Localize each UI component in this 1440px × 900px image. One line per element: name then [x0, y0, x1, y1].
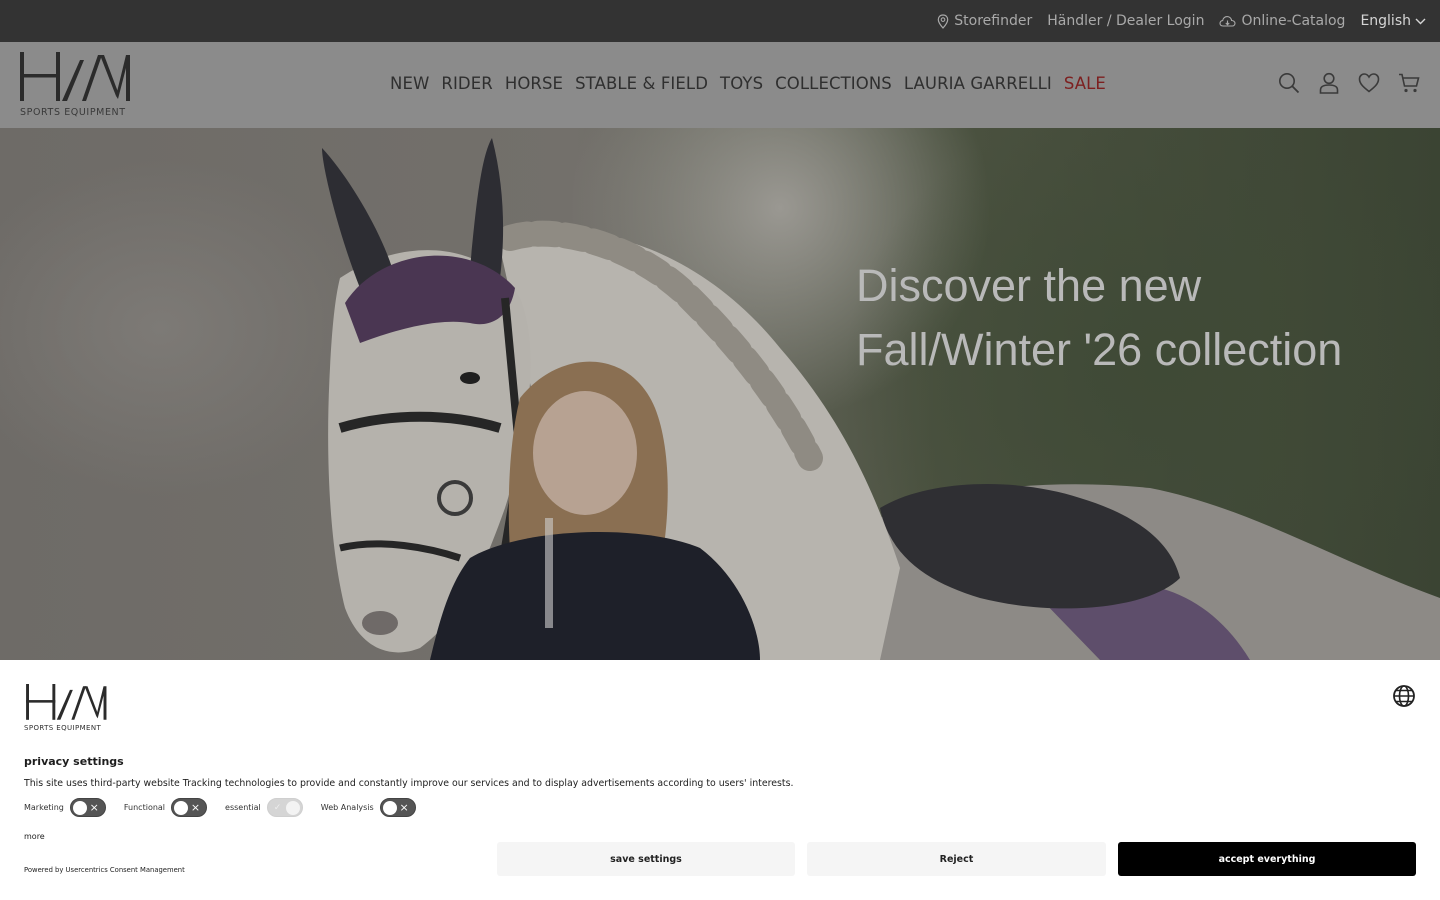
functional-switch[interactable]: ×	[171, 798, 208, 817]
consent-logo-tagline: SPORTS EQUIPMENT	[24, 724, 102, 732]
x-icon: ×	[399, 801, 409, 814]
nav-item-new[interactable]: NEW	[390, 74, 429, 93]
header-icons	[1278, 72, 1420, 94]
save-settings-button[interactable]: save settings	[497, 842, 795, 876]
reject-button[interactable]: Reject	[807, 842, 1106, 876]
hero-headline-line2: Fall/Winter '26 collection	[856, 324, 1343, 375]
site-header: SPORTS EQUIPMENT NEW RIDER HORSE STABLE …	[0, 42, 1440, 128]
chevron-down-icon	[1415, 18, 1426, 24]
consent-description: This site uses third-party website Track…	[24, 778, 794, 789]
x-icon: ×	[89, 801, 99, 814]
search-icon[interactable]	[1278, 72, 1300, 94]
nav-item-sale[interactable]: SALE	[1064, 74, 1106, 93]
consent-toggle-group: Marketing × Functional × essential ✓ Web…	[24, 798, 416, 817]
hero-headline-line1: Discover the new	[856, 260, 1202, 311]
account-icon[interactable]	[1318, 72, 1340, 94]
hero-banner[interactable]: Discover the new Fall/Winter '26 collect…	[0, 128, 1440, 660]
check-icon: ✓	[273, 803, 282, 813]
location-pin-icon	[937, 13, 949, 29]
nav-item-toys[interactable]: TOYS	[720, 74, 763, 93]
hm-logo-mark	[20, 52, 130, 101]
more-link[interactable]: more	[24, 832, 45, 841]
main-navigation: NEW RIDER HORSE STABLE & FIELD TOYS COLL…	[390, 74, 1106, 93]
cloud-download-icon	[1219, 15, 1237, 27]
language-selector[interactable]: English	[1360, 13, 1426, 29]
toggle-marketing: Marketing ×	[24, 798, 106, 817]
essential-switch: ✓	[266, 798, 303, 817]
storefinder-link[interactable]: Storefinder	[937, 13, 1032, 29]
online-catalog-link[interactable]: Online-Catalog	[1219, 13, 1345, 29]
nav-item-horse[interactable]: HORSE	[505, 74, 563, 93]
dealer-login-label: Händler / Dealer Login	[1047, 13, 1205, 29]
toggle-label: Functional	[123, 803, 166, 812]
accept-everything-button[interactable]: accept everything	[1118, 842, 1416, 876]
online-catalog-label: Online-Catalog	[1241, 13, 1346, 29]
top-utility-bar: Storefinder Händler / Dealer Login Onlin…	[0, 0, 1440, 42]
toggle-label: essential	[225, 803, 261, 812]
dealer-login-link[interactable]: Händler / Dealer Login	[1047, 13, 1204, 29]
brand-logo[interactable]: SPORTS EQUIPMENT	[20, 52, 132, 118]
language-label: English	[1360, 13, 1411, 29]
nav-item-stable-field[interactable]: STABLE & FIELD	[575, 74, 708, 93]
toggle-essential: essential ✓	[225, 798, 303, 817]
language-globe-icon[interactable]	[1392, 684, 1416, 708]
x-icon: ×	[190, 801, 201, 814]
nav-item-collections[interactable]: COLLECTIONS	[775, 74, 892, 93]
consent-title: privacy settings	[24, 755, 124, 768]
nav-item-rider[interactable]: RIDER	[441, 74, 492, 93]
toggle-label: Web Analysis	[320, 803, 374, 812]
cookie-consent-banner: SPORTS EQUIPMENT privacy settings This s…	[0, 660, 1440, 900]
hm-logo-mark	[26, 684, 107, 720]
cart-icon[interactable]	[1398, 72, 1420, 94]
storefinder-label: Storefinder	[954, 13, 1033, 29]
toggle-functional: Functional ×	[123, 798, 208, 817]
nav-item-lauria-garrelli[interactable]: LAURIA GARRELLI	[904, 74, 1052, 93]
toggle-web-analysis: Web Analysis ×	[321, 798, 416, 817]
powered-by-text[interactable]: Powered by Usercentrics Consent Manageme…	[24, 866, 185, 874]
wishlist-icon[interactable]	[1358, 72, 1380, 94]
toggle-label: Marketing	[24, 803, 64, 812]
consent-brand-logo: SPORTS EQUIPMENT	[24, 684, 112, 734]
logo-tagline: SPORTS EQUIPMENT	[20, 107, 126, 118]
marketing-switch[interactable]: ×	[69, 798, 106, 817]
hero-photo	[322, 138, 1440, 660]
web-analysis-switch[interactable]: ×	[379, 798, 416, 817]
